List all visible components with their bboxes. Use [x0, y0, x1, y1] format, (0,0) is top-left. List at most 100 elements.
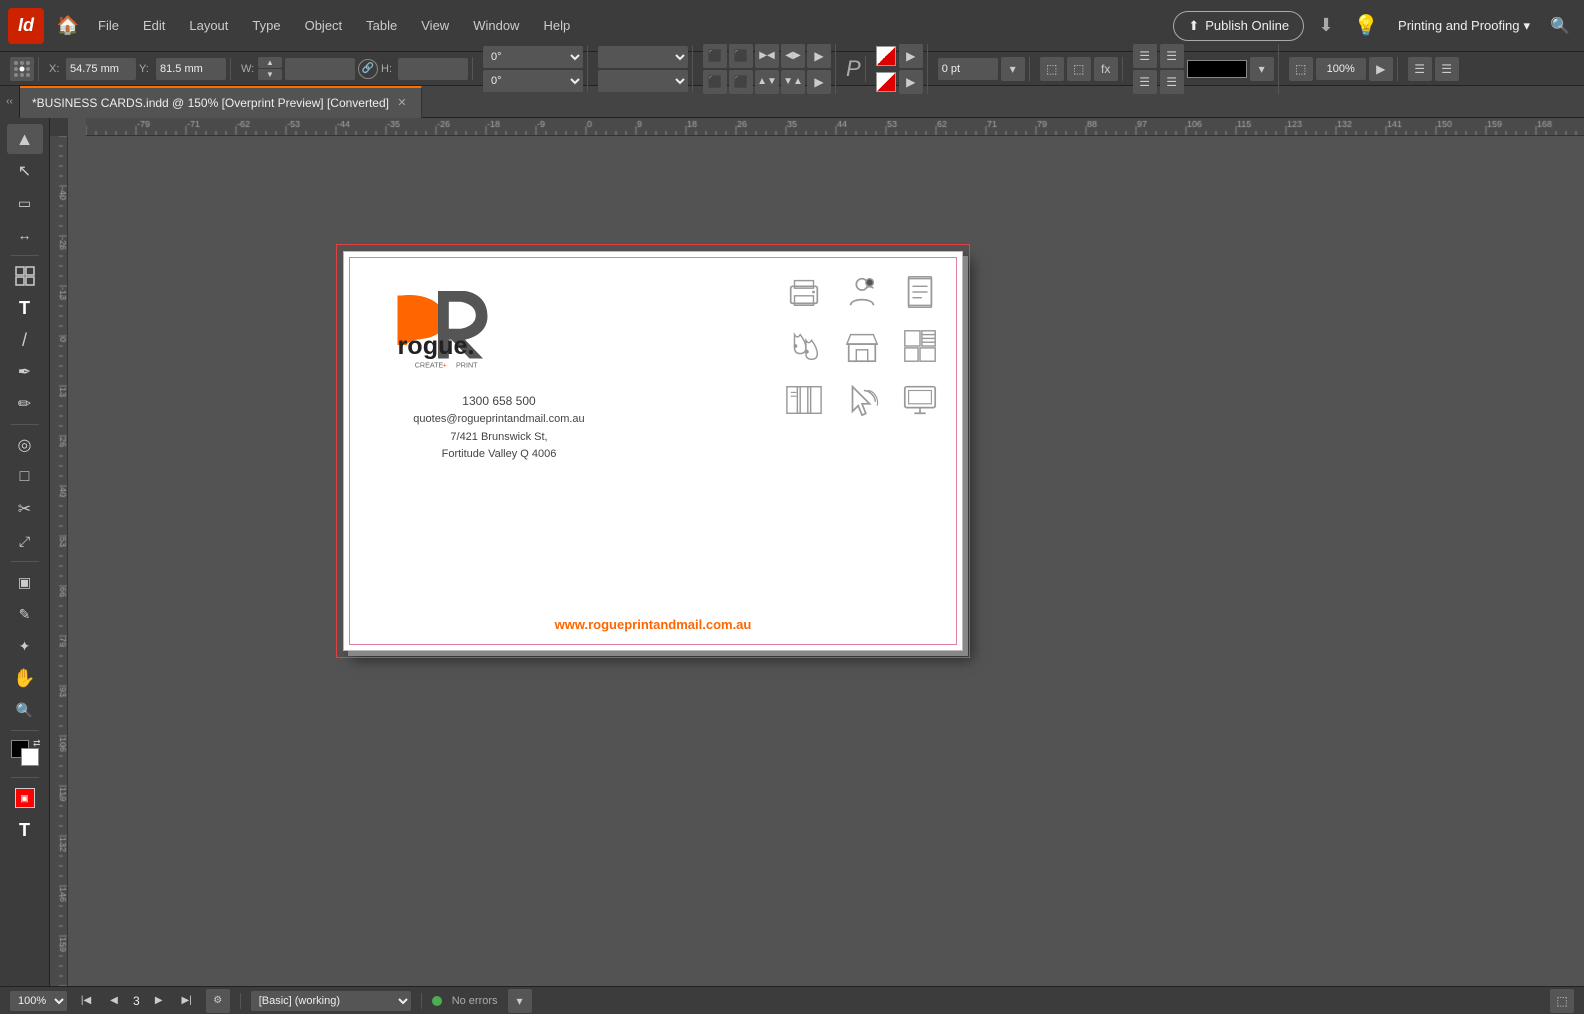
background-color[interactable] — [21, 748, 39, 766]
distribute-right-btn[interactable]: ◀▶ — [781, 44, 805, 68]
free-transform-tool[interactable]: ⤢ — [7, 526, 43, 556]
stroke-more2-btn[interactable]: ▶ — [899, 70, 923, 94]
char-style-btn[interactable]: ☰ — [1160, 44, 1184, 68]
para-style-btn[interactable]: ☰ — [1133, 44, 1157, 68]
menu-help[interactable]: Help — [533, 14, 580, 37]
w-up-arrow[interactable]: ▲ — [258, 57, 282, 68]
menu-window[interactable]: Window — [463, 14, 529, 37]
text-annotation-btn[interactable]: T — [7, 815, 43, 845]
no-errors-indicator — [432, 996, 442, 1006]
view-frame-btn[interactable]: ⬚ — [1067, 57, 1091, 81]
apply-color-btn[interactable]: ▣ — [7, 783, 43, 813]
erase-tool[interactable]: ◎ — [7, 430, 43, 460]
rect-frame-tool[interactable]: □ — [7, 462, 43, 492]
selection-tool[interactable]: ▲ — [7, 124, 43, 154]
workspace-selector[interactable]: Printing and Proofing ▾ — [1388, 14, 1540, 38]
stroke-more-btn[interactable]: ▶ — [899, 44, 923, 68]
document-tab[interactable]: *BUSINESS CARDS.indd @ 150% [Overprint P… — [20, 86, 422, 118]
cloud-icon[interactable]: ⬇ — [1308, 8, 1344, 44]
note-tool[interactable]: ✎ — [7, 599, 43, 629]
distribute-top-btn[interactable]: ▲▼ — [755, 70, 779, 94]
pen-tool[interactable]: ✒ — [7, 357, 43, 387]
chain-link-icon[interactable]: 🔗 — [358, 59, 378, 79]
document-icon — [900, 272, 940, 312]
pages-panel-btn[interactable]: ⬚ — [1550, 989, 1574, 1013]
person-icon — [842, 272, 882, 312]
page-options-btn[interactable]: ⚙ — [206, 989, 230, 1013]
menu-object[interactable]: Object — [295, 14, 353, 37]
text-tool[interactable]: T — [7, 293, 43, 323]
text-wrap-btn[interactable]: ☰ — [1133, 70, 1157, 94]
shear-select[interactable]: 0° — [483, 70, 583, 92]
publish-online-label: Publish Online — [1205, 18, 1289, 33]
align-left-btn[interactable]: ⬛ — [703, 44, 727, 68]
last-page-btn[interactable]: ▶| — [178, 992, 196, 1010]
gradient-tool[interactable]: ▣ — [7, 567, 43, 597]
zoom-options-btn[interactable]: ⬚ — [1289, 57, 1313, 81]
scissors-tool[interactable]: ✂ — [7, 494, 43, 524]
prev-page-btn[interactable]: ◀ — [105, 992, 123, 1010]
transform-origin-selector[interactable] — [10, 57, 34, 81]
menu-layout[interactable]: Layout — [179, 14, 238, 37]
zoom-more-btn[interactable]: ▶ — [1369, 57, 1393, 81]
canvas-wrapper[interactable]: rogue. CREATE + PRINT 1300 658 500 quote… — [68, 136, 1584, 986]
menu-edit[interactable]: Edit — [133, 14, 175, 37]
view-mode-btn2[interactable]: ☰ — [1435, 57, 1459, 81]
distribute-bottom-btn[interactable]: ▼▲ — [781, 70, 805, 94]
w-down-arrow[interactable]: ▼ — [258, 69, 282, 80]
y-input[interactable] — [156, 58, 226, 80]
page-tool[interactable]: ▭ — [7, 188, 43, 218]
line-tool[interactable]: / — [7, 325, 43, 355]
style-select[interactable]: [Basic] (working) — [251, 991, 411, 1011]
align-middle-btn[interactable]: ⬛ — [729, 70, 753, 94]
flip-h-select[interactable] — [598, 46, 688, 68]
color-fill-group: ☰ ☰ ☰ ☰ ▾ — [1129, 44, 1279, 94]
hand-tool[interactable]: ✋ — [7, 663, 43, 693]
gap-tool[interactable]: ↔ — [7, 220, 43, 250]
tab-close-button[interactable]: ✕ — [395, 96, 409, 110]
stroke-color-swatch[interactable] — [876, 72, 896, 92]
errors-dropdown-btn[interactable]: ▾ — [508, 989, 532, 1013]
fill-color-swatch[interactable] — [876, 46, 896, 66]
menu-type[interactable]: Type — [242, 14, 290, 37]
frame-fitting-btn[interactable]: ⬚ — [1040, 57, 1064, 81]
point-size-input[interactable] — [938, 58, 998, 80]
first-page-btn[interactable]: |◀ — [77, 992, 95, 1010]
swap-icon[interactable]: ⇄ — [33, 738, 41, 749]
more-align-btn[interactable]: ▶ — [807, 44, 831, 68]
main-area: ▲ ↖ ▭ ↔ T / ✒ ✏ ◎ □ ✂ ⤢ ▣ ✎ ✦ ✋ 🔍 — [0, 118, 1584, 986]
align-center-btn[interactable]: ⬛ — [729, 44, 753, 68]
menu-file[interactable]: File — [88, 14, 129, 37]
char-style2-btn[interactable]: ☰ — [1160, 70, 1184, 94]
point-size-up-btn[interactable]: ▾ — [1001, 57, 1025, 81]
x-input[interactable] — [66, 58, 136, 80]
zoom-input[interactable] — [1316, 58, 1366, 80]
next-page-btn[interactable]: ▶ — [150, 992, 168, 1010]
flip-v-select[interactable] — [598, 70, 688, 92]
home-icon[interactable]: 🏠 — [52, 10, 84, 42]
align-top-btn[interactable]: ⬛ — [703, 70, 727, 94]
menu-table[interactable]: Table — [356, 14, 407, 37]
eyedrop-tool[interactable]: ✦ — [7, 631, 43, 661]
direct-selection-tool[interactable]: ↖ — [7, 156, 43, 186]
rotate-select[interactable]: 0° — [483, 46, 583, 68]
view-mode-btn1[interactable]: ☰ — [1408, 57, 1432, 81]
color-swatch[interactable] — [1187, 60, 1247, 78]
h-input[interactable] — [398, 58, 468, 80]
color-more-btn[interactable]: ▾ — [1250, 57, 1274, 81]
more-dist-btn[interactable]: ▶ — [807, 70, 831, 94]
zoom-tool[interactable]: 🔍 — [7, 695, 43, 725]
column-grid-tool[interactable] — [7, 261, 43, 291]
effects-btn[interactable]: fx — [1094, 57, 1118, 81]
lightbulb-icon[interactable]: 💡 — [1348, 8, 1384, 44]
document-page[interactable]: rogue. CREATE + PRINT 1300 658 500 quote… — [343, 251, 963, 651]
color-swap-area[interactable]: ⇄ — [7, 736, 43, 772]
publish-online-button[interactable]: ⬆ Publish Online — [1173, 11, 1304, 41]
zoom-select[interactable]: 100% — [10, 991, 67, 1011]
tab-collapse-button[interactable]: ‹‹ — [0, 86, 20, 118]
search-icon[interactable]: 🔍 — [1544, 10, 1576, 42]
pencil-tool[interactable]: ✏ — [7, 389, 43, 419]
distribute-left-btn[interactable]: ▶◀ — [755, 44, 779, 68]
w-input[interactable] — [285, 58, 355, 80]
menu-view[interactable]: View — [411, 14, 459, 37]
